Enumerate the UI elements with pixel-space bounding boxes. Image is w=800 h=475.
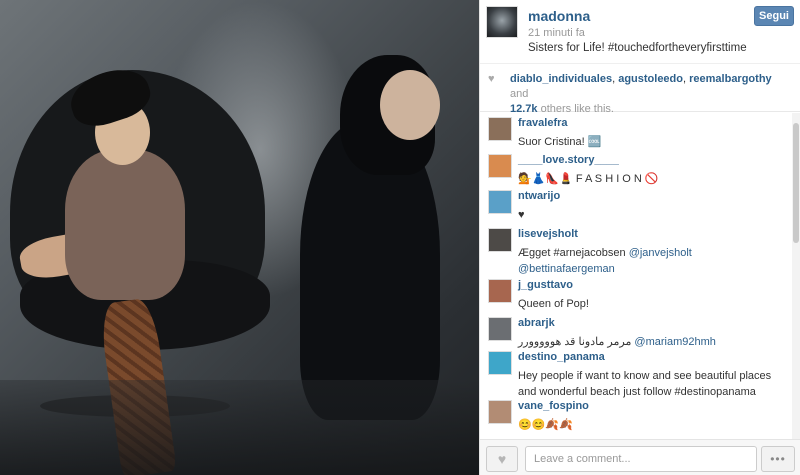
- list-item: abrarjk مرمر مادونا قد هووووورر @mariam9…: [480, 313, 792, 348]
- liker-link[interactable]: agustoleedo: [618, 73, 683, 85]
- commenter-name[interactable]: fravalefra: [518, 113, 792, 130]
- commenter-name[interactable]: j_gusttavo: [518, 275, 792, 292]
- commenter-name[interactable]: vane_fospino: [518, 396, 792, 413]
- mention-link[interactable]: @janvejsholt: [629, 247, 692, 259]
- post-sidebar: madonna 21 minuti fa Sisters for Life! #…: [479, 0, 800, 475]
- comment-text: 😊😊🍂🍂: [518, 419, 573, 431]
- commenter-avatar[interactable]: [488, 317, 512, 341]
- comment-text: Hey people if want to know and see beaut…: [518, 370, 772, 398]
- nun-head: [380, 70, 440, 140]
- list-item: lisevejsholt Ægget #arnejacobsen @janvej…: [480, 224, 792, 275]
- post-username[interactable]: madonna: [528, 8, 590, 24]
- avatar[interactable]: [486, 6, 518, 38]
- follow-button[interactable]: Segui: [754, 6, 794, 26]
- list-item: ntwarijo ♥: [480, 186, 792, 224]
- heart-icon: ♥: [497, 451, 507, 467]
- list-item: destino_panama Hey people if want to kno…: [480, 347, 792, 398]
- commenter-avatar[interactable]: [488, 279, 512, 303]
- comment-bar: ♥ •••: [480, 439, 800, 475]
- commenter-name[interactable]: abrarjk: [518, 313, 792, 330]
- mention-link[interactable]: @bettinafaergeman: [518, 263, 615, 275]
- comment-input[interactable]: [525, 446, 757, 472]
- post-timestamp: 21 minuti fa: [528, 27, 585, 39]
- commenter-name[interactable]: destino_panama: [518, 347, 792, 364]
- commenter-avatar[interactable]: [488, 154, 512, 178]
- likes-summary: ♥ diablo_individuales, agustoleedo, reem…: [480, 64, 800, 115]
- list-item: j_gusttavo Queen of Pop!: [480, 275, 792, 313]
- like-button[interactable]: ♥: [486, 446, 518, 472]
- comment-text: ♥: [518, 209, 525, 221]
- comment-text: Suor Cristina! 🆒: [518, 136, 602, 148]
- comment-text-part: Ægget #arnejacobsen: [518, 247, 629, 259]
- comments-list: fravalefra Suor Cristina! 🆒 ____love.sto…: [480, 113, 792, 439]
- seated-woman: [65, 150, 185, 300]
- comment-text: Queen of Pop!: [518, 298, 589, 310]
- post-caption: Sisters for Life! #touchedfortheveryfirs…: [528, 42, 747, 54]
- more-options-button[interactable]: •••: [761, 446, 795, 472]
- list-item: fravalefra Suor Cristina! 🆒: [480, 113, 792, 150]
- commenter-avatar[interactable]: [488, 351, 512, 375]
- commenter-avatar[interactable]: [488, 117, 512, 141]
- commenter-name[interactable]: lisevejsholt: [518, 224, 792, 241]
- commenter-avatar[interactable]: [488, 190, 512, 214]
- liker-link[interactable]: diablo_individuales: [510, 73, 612, 85]
- comment-text: 💁👗👠💄 F A S H I O N 🚫: [518, 173, 659, 185]
- commenter-avatar[interactable]: [488, 228, 512, 252]
- comments-scrollbar[interactable]: [792, 113, 800, 439]
- list-item: ____love.story____ 💁👗👠💄 F A S H I O N 🚫: [480, 150, 792, 186]
- post-header: madonna 21 minuti fa Sisters for Life! #…: [480, 0, 800, 64]
- post-photo: [0, 0, 479, 475]
- comment-text: Ægget #arnejacobsen @janvejsholt @bettina…: [518, 241, 792, 277]
- list-item: vane_fospino 😊😊🍂🍂: [480, 396, 792, 439]
- and-text: and: [510, 88, 529, 100]
- scrollbar-thumb[interactable]: [793, 123, 799, 243]
- commenter-name[interactable]: ____love.story____: [518, 150, 792, 167]
- heart-icon: ♥: [488, 73, 495, 85]
- commenter-avatar[interactable]: [488, 400, 512, 424]
- commenter-name[interactable]: ntwarijo: [518, 186, 792, 203]
- liker-link[interactable]: reemalbargothy: [689, 73, 772, 85]
- photo-floor: [0, 380, 479, 475]
